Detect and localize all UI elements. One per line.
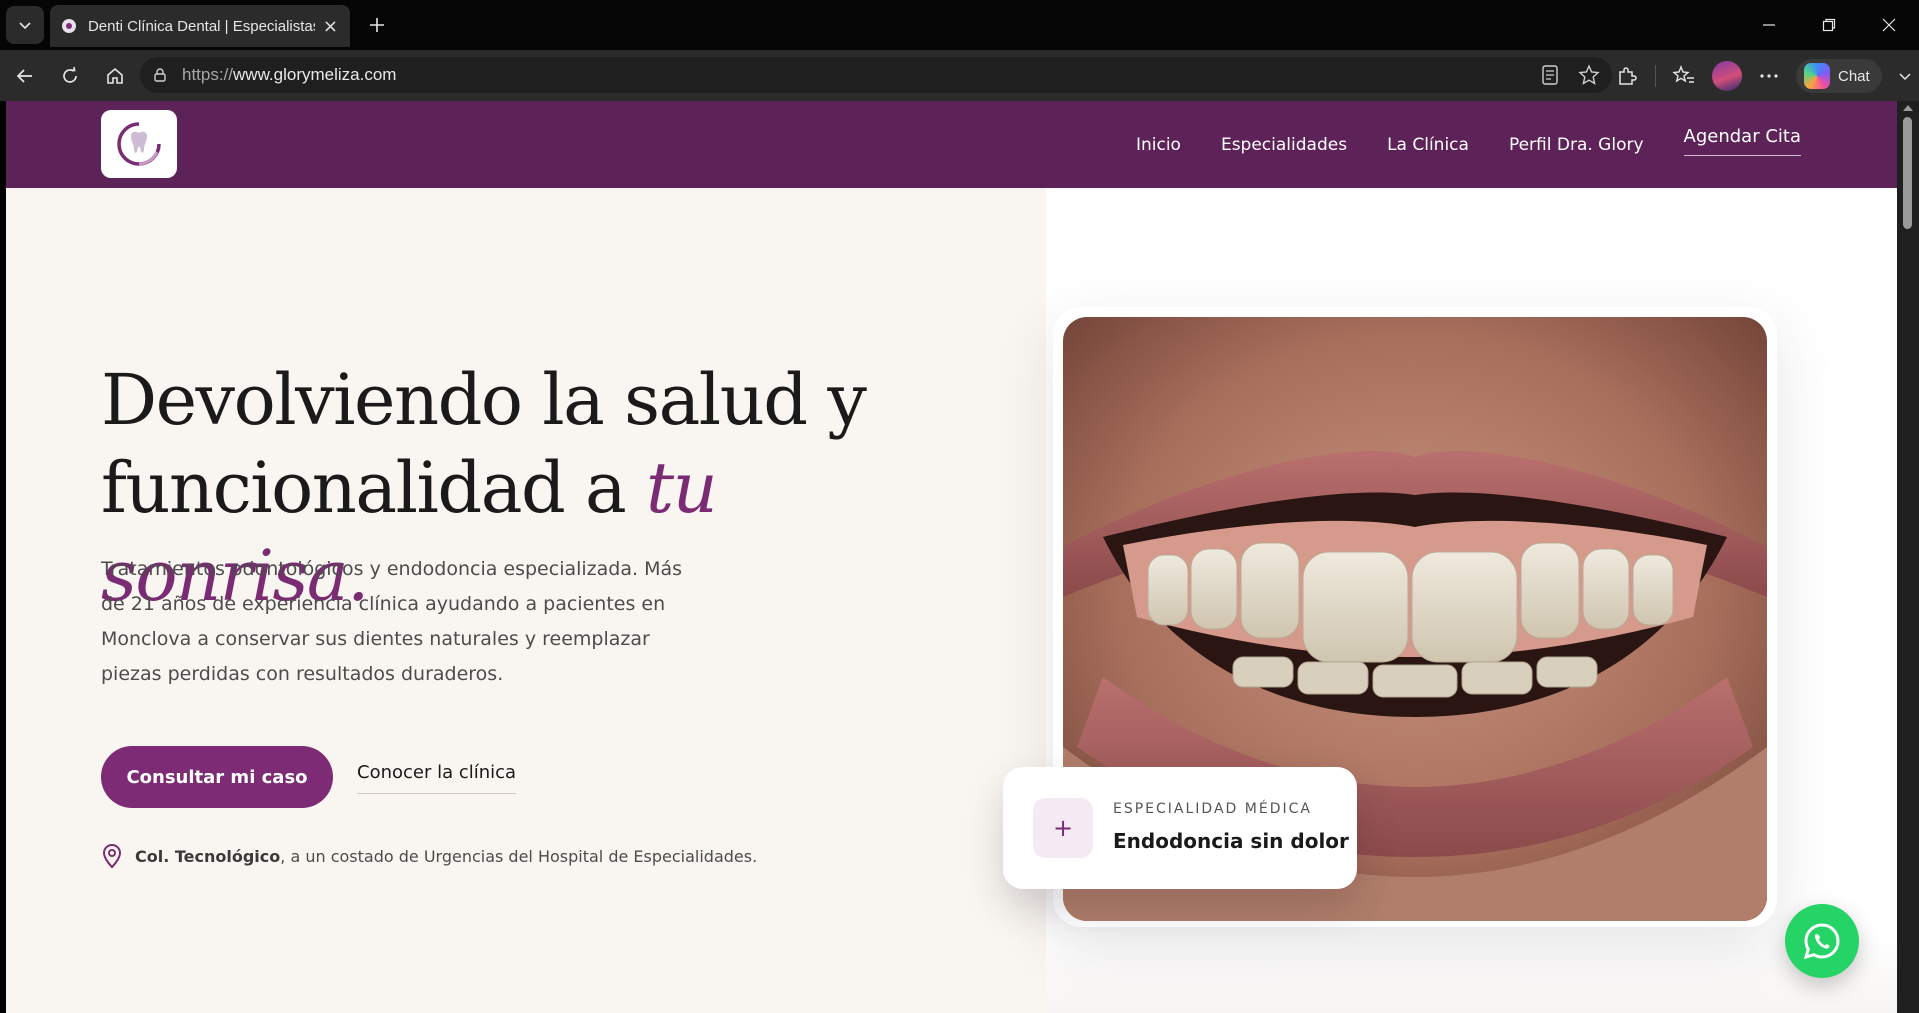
lock-icon [154, 68, 166, 82]
close-icon [1882, 18, 1896, 32]
chat-label: Chat [1838, 67, 1870, 85]
home-icon [107, 67, 123, 84]
copilot-chat-button[interactable]: Chat [1796, 59, 1882, 93]
favorite-star-icon[interactable] [1578, 64, 1600, 86]
address-detail: , a un costado de Urgencias del Hospital… [280, 846, 758, 866]
main-navigation: Inicio Especialidades La Clínica Perfil … [1136, 101, 1801, 188]
tooth-logo-icon [117, 122, 161, 166]
location-pin-icon [102, 843, 122, 869]
badge-title: Endodoncia sin dolor [1113, 829, 1349, 853]
toolbar-divider [1655, 65, 1656, 87]
browser-extensions-area: Chat [1615, 59, 1912, 93]
back-arrow-icon [16, 69, 32, 83]
restore-button[interactable] [1799, 0, 1859, 50]
profile-avatar[interactable] [1712, 61, 1742, 91]
plus-icon: + [1033, 798, 1093, 858]
site-logo[interactable] [101, 110, 177, 178]
clinic-address: Col. Tecnológico, a un costado de Urgenc… [101, 843, 757, 869]
address-bar-actions [1540, 64, 1600, 86]
nav-perfil[interactable]: Perfil Dra. Glory [1509, 135, 1644, 155]
window-controls [1739, 0, 1919, 50]
nav-la-clinica[interactable]: La Clínica [1387, 135, 1469, 155]
minimize-icon [1763, 24, 1775, 26]
address-bar[interactable]: https://www.glorymeliza.com [140, 57, 1612, 93]
reload-icon [63, 66, 77, 83]
scroll-up-arrow-icon[interactable] [1903, 105, 1913, 111]
nav-inicio[interactable]: Inicio [1136, 135, 1181, 155]
more-options-icon[interactable] [1758, 65, 1780, 87]
scrollbar-thumb[interactable] [1903, 117, 1912, 229]
nav-agendar-cita[interactable]: Agendar Cita [1683, 126, 1801, 156]
headline-line-1: Devolviendo la salud y [101, 359, 867, 441]
address-text: Col. Tecnológico, a un costado de Urgenc… [135, 847, 757, 866]
back-button[interactable] [8, 59, 42, 93]
close-window-button[interactable] [1859, 0, 1919, 50]
web-page: Inicio Especialidades La Clínica Perfil … [6, 101, 1897, 1013]
close-tab-icon[interactable]: × [323, 16, 338, 37]
specialty-badge-card: + ESPECIALIDAD MÉDICA Endodoncia sin dol… [1003, 767, 1357, 889]
panel-fade [1046, 933, 1897, 1013]
browser-toolbar: https://www.glorymeliza.com Chat [0, 50, 1919, 101]
site-header: Inicio Especialidades La Clínica Perfil … [6, 101, 1897, 188]
restore-icon [1822, 18, 1836, 32]
extensions-puzzle-icon[interactable] [1615, 64, 1639, 88]
page-scrollbar[interactable] [1897, 101, 1919, 1013]
minimize-button[interactable] [1739, 0, 1799, 50]
site-favicon-icon [62, 19, 76, 33]
browser-tab-active[interactable]: Denti Clínica Dental | Especialistas × [50, 5, 350, 47]
address-area: Col. Tecnológico [135, 846, 281, 866]
know-clinic-link[interactable]: Conocer la clínica [357, 762, 517, 794]
reader-view-icon[interactable] [1540, 64, 1560, 86]
url-scheme: https:// [182, 65, 234, 84]
reload-button[interactable] [53, 59, 87, 93]
nav-especialidades[interactable]: Especialidades [1221, 135, 1347, 155]
home-button[interactable] [98, 59, 132, 93]
favorites-list-icon[interactable] [1672, 64, 1696, 88]
copilot-icon [1804, 63, 1830, 89]
new-tab-button[interactable] [362, 10, 392, 40]
whatsapp-icon [1803, 923, 1840, 960]
url-host: www.glorymeliza.com [233, 65, 397, 84]
whatsapp-button[interactable] [1785, 904, 1859, 978]
plus-icon [370, 18, 384, 32]
tab-list-button[interactable] [6, 6, 44, 44]
chevron-down-icon[interactable] [1898, 69, 1912, 83]
tab-title: Denti Clínica Dental | Especialistas [87, 17, 315, 35]
browser-tab-bar: Denti Clínica Dental | Especialistas × [0, 0, 1919, 50]
chevron-down-icon [19, 22, 31, 30]
url-text: https://www.glorymeliza.com [182, 65, 396, 85]
badge-kicker: ESPECIALIDAD MÉDICA [1113, 801, 1312, 817]
consult-case-button[interactable]: Consultar mi caso [101, 746, 333, 808]
headline-line-2: funcionalidad a [101, 447, 646, 529]
hero-lead: Tratamientos odontológicos y endodoncia … [101, 558, 683, 685]
